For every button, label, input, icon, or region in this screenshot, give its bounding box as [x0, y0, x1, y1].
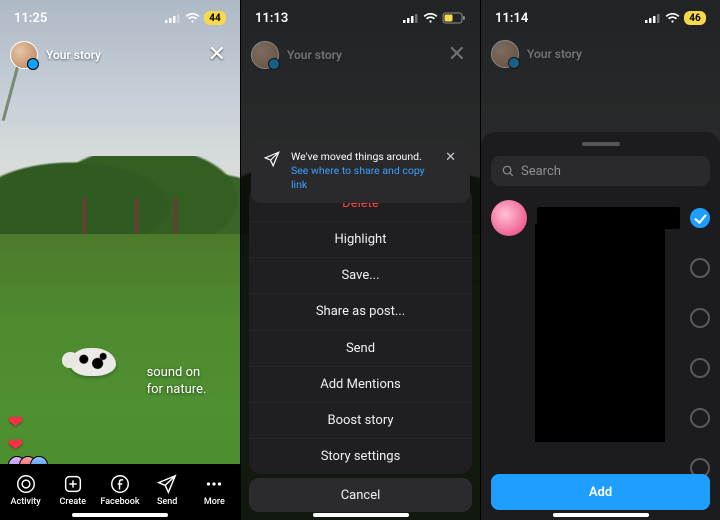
menu-boost-story[interactable]: Boost story [249, 402, 472, 438]
facebook-button[interactable]: Facebook [100, 473, 140, 507]
story-title: Your story [46, 48, 101, 62]
menu-share-as-post[interactable]: Share as post... [249, 293, 472, 329]
ios-status-bar: 11:25 44 [0, 0, 240, 36]
toolbar-label: More [204, 497, 225, 507]
menu-send[interactable]: Send [249, 330, 472, 366]
story-toolbar: Activity Create Facebook Send More [0, 464, 240, 520]
action-sheet: Delete Highlight Save... Share as post..… [249, 186, 472, 474]
selection-radio[interactable] [690, 408, 710, 428]
more-button[interactable]: More [194, 473, 234, 507]
create-button[interactable]: Create [53, 473, 93, 507]
story-title: Your story [527, 47, 582, 61]
heart-icon: ❤ [8, 412, 23, 433]
heart-icon: ❤ [8, 435, 23, 456]
cellular-icon [645, 13, 661, 23]
hint-close-icon[interactable]: ✕ [443, 150, 458, 165]
sheet-grabber[interactable] [582, 142, 620, 146]
toolbar-label: Send [157, 497, 177, 507]
phone-story-menu: 11:13 Your story ✕ We've moved things ar… [240, 0, 480, 520]
story-caption: sound on for nature. [147, 364, 207, 399]
menu-story-settings[interactable]: Story settings [249, 438, 472, 474]
story-title: Your story [287, 48, 342, 62]
search-input[interactable]: Search [491, 156, 710, 186]
status-time: 11:25 [14, 11, 47, 26]
phone-highlight-sheet: 11:14 46 Your story Search [480, 0, 720, 520]
home-indicator[interactable] [313, 513, 409, 517]
highlight-thumbnail [491, 200, 527, 236]
menu-highlight[interactable]: Highlight [249, 221, 472, 257]
selection-radio[interactable] [690, 358, 710, 378]
hint-text: We've moved things around. See where to … [291, 150, 433, 193]
wifi-icon [423, 13, 438, 24]
search-icon [501, 164, 515, 178]
story-header: Your story [481, 40, 720, 68]
close-icon[interactable]: ✕ [444, 40, 470, 69]
home-indicator[interactable] [553, 513, 649, 517]
status-time: 11:14 [495, 11, 528, 26]
story-header: Your story ✕ [0, 40, 240, 69]
phone-story-viewer: 11:25 44 Your story ✕ sound on for natur… [0, 0, 240, 520]
redacted-region [535, 224, 665, 442]
story-header: Your story ✕ [241, 40, 480, 69]
ios-status-bar: 11:14 46 [481, 0, 720, 36]
selection-radio[interactable] [690, 308, 710, 328]
hint-link[interactable]: See where to share and copy link [291, 164, 433, 192]
activity-button[interactable]: Activity [6, 473, 46, 507]
your-avatar [251, 41, 279, 69]
menu-save[interactable]: Save... [249, 257, 472, 293]
cellular-icon [165, 13, 181, 23]
cancel-button[interactable]: Cancel [249, 478, 472, 512]
wifi-icon [185, 13, 200, 24]
battery-indicator [442, 12, 466, 24]
add-button[interactable]: Add [491, 474, 710, 510]
close-icon[interactable]: ✕ [204, 40, 230, 69]
selection-radio[interactable] [690, 258, 710, 278]
send-icon [263, 150, 281, 172]
wifi-icon [665, 13, 680, 24]
status-time: 11:13 [255, 11, 288, 26]
your-avatar [491, 40, 519, 68]
search-placeholder: Search [521, 164, 561, 179]
story-image [0, 0, 240, 520]
reaction-hearts: ❤ ❤ [8, 412, 23, 456]
menu-add-mentions[interactable]: Add Mentions [249, 366, 472, 402]
share-hint-banner: We've moved things around. See where to … [251, 140, 470, 203]
send-button[interactable]: Send [147, 473, 187, 507]
ios-status-bar: 11:13 [241, 0, 480, 36]
battery-indicator: 44 [204, 11, 226, 25]
battery-indicator: 46 [684, 11, 706, 25]
toolbar-label: Create [60, 497, 86, 507]
home-indicator[interactable] [72, 513, 168, 517]
selection-radio-checked[interactable] [690, 208, 710, 228]
cellular-icon [403, 13, 419, 23]
story-subject-dog [70, 348, 116, 376]
toolbar-label: Activity [11, 497, 41, 507]
toolbar-label: Facebook [100, 497, 139, 507]
your-avatar[interactable] [10, 41, 38, 69]
